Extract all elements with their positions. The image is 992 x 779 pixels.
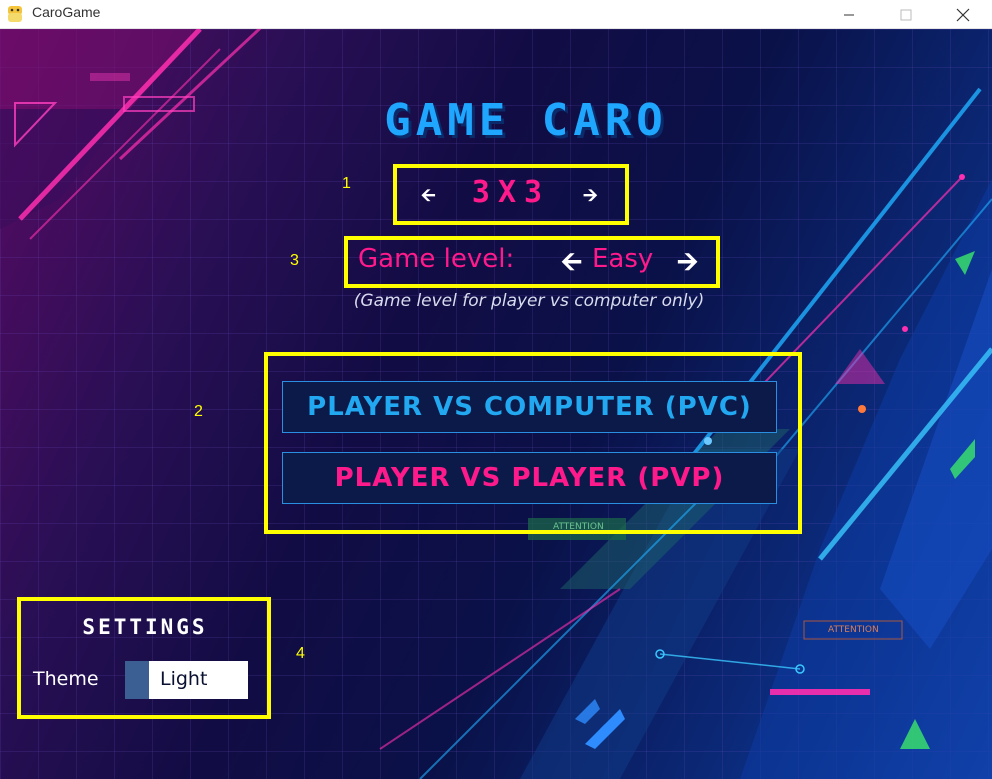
level-next-arrow-icon[interactable]: 🡪 xyxy=(677,243,698,287)
theme-toggle-knob xyxy=(125,661,149,699)
level-prev-arrow-icon[interactable]: 🡨 xyxy=(561,243,582,287)
close-icon xyxy=(956,8,970,21)
annotation-label: 4 xyxy=(296,645,305,662)
annotation-label: 3 xyxy=(290,252,299,269)
player-vs-player-button[interactable]: PLAYER VS PLAYER (PVP) xyxy=(282,452,777,504)
player-vs-computer-button[interactable]: PLAYER VS COMPUTER (PVC) xyxy=(282,381,777,433)
annotation-label: 1 xyxy=(342,175,351,192)
annotation-box xyxy=(264,352,802,534)
theme-label: Theme xyxy=(33,668,99,690)
background-attention-label: ATTENTION xyxy=(828,625,879,635)
game-canvas: ATTENTION ATTENTION GAME CARO 1 2 3 4 🡨 … xyxy=(0,29,992,779)
game-level-note: (Game level for player vs computer only) xyxy=(353,291,705,311)
maximize-button[interactable] xyxy=(883,0,929,29)
settings-title: SETTINGS xyxy=(82,615,208,639)
game-level-label: Game level: xyxy=(358,244,515,274)
annotation-label: 2 xyxy=(194,403,203,420)
window-titlebar: CaroGame xyxy=(0,0,992,29)
board-size-value: 3X3 xyxy=(471,175,551,210)
theme-value: Light xyxy=(160,668,208,690)
python-icon xyxy=(8,6,22,22)
minimize-button[interactable] xyxy=(826,0,872,29)
board-size-prev-arrow-icon[interactable]: 🡨 xyxy=(421,183,436,213)
theme-toggle[interactable]: Light xyxy=(125,661,248,699)
game-title: GAME CARO xyxy=(384,95,668,146)
close-button[interactable] xyxy=(940,0,986,29)
window-title: CaroGame xyxy=(32,4,101,20)
board-size-next-arrow-icon[interactable]: 🡪 xyxy=(583,183,598,213)
maximize-icon xyxy=(900,9,912,20)
game-level-value: Easy xyxy=(592,244,654,274)
minimize-icon xyxy=(844,14,854,15)
